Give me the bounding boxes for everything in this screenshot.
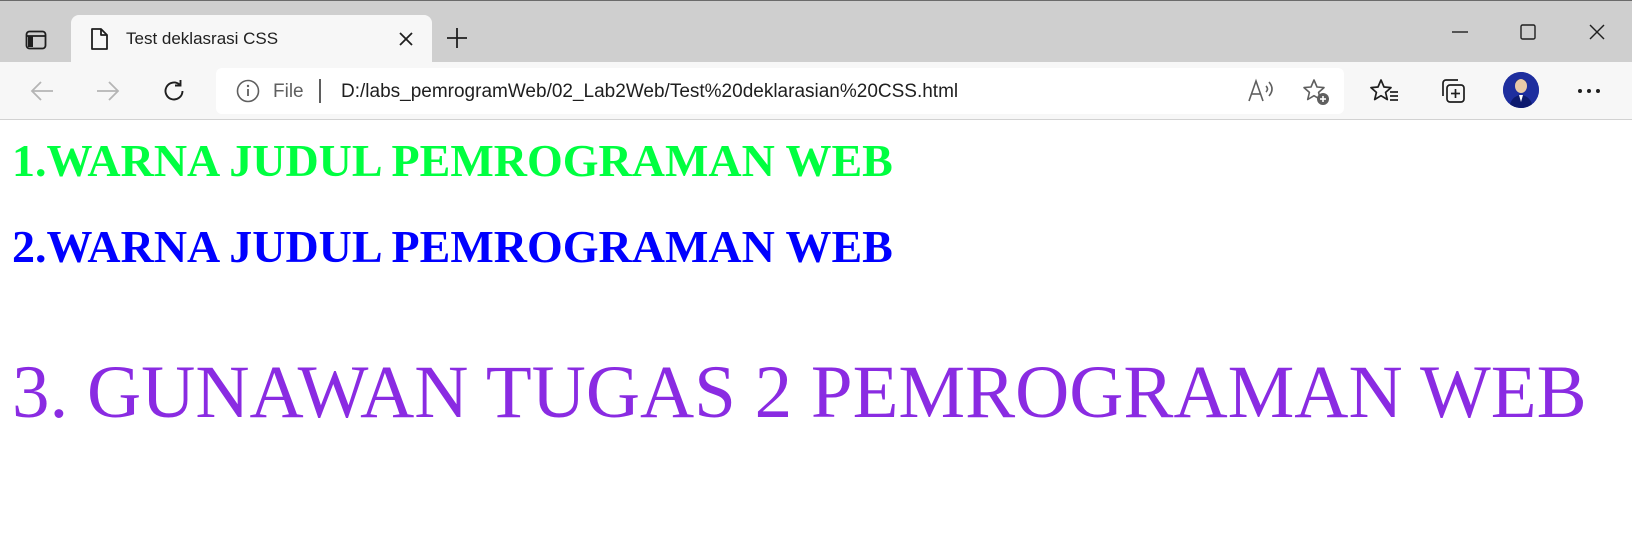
close-window-icon[interactable]	[1577, 15, 1617, 49]
collections-icon[interactable]	[1436, 74, 1470, 108]
scheme-label: File	[273, 81, 304, 102]
more-icon[interactable]	[1572, 74, 1606, 108]
add-favorite-icon[interactable]	[1301, 77, 1331, 107]
read-aloud-icon[interactable]	[1246, 77, 1276, 105]
tab-strip: Test deklasrasi CSS	[0, 0, 1632, 63]
maximize-icon[interactable]	[1508, 15, 1548, 49]
toolbar: File D:/labs_pemrogramWeb/02_Lab2Web/Tes…	[0, 62, 1632, 120]
forward-arrow-icon[interactable]	[91, 74, 125, 108]
info-icon[interactable]	[236, 79, 260, 103]
browser-window: Test deklasrasi CSS File D:/labs_pemrogr…	[0, 0, 1632, 556]
tab-actions-icon[interactable]	[20, 25, 52, 55]
heading-2: 2.WARNA JUDUL PEMROGRAMAN WEB	[12, 221, 893, 272]
divider	[319, 79, 321, 103]
favorites-icon[interactable]	[1368, 74, 1402, 108]
close-icon[interactable]	[394, 27, 418, 51]
tab-active[interactable]: Test deklasrasi CSS	[71, 15, 432, 63]
back-arrow-icon[interactable]	[25, 74, 59, 108]
address-bar[interactable]: File D:/labs_pemrogramWeb/02_Lab2Web/Tes…	[216, 68, 1344, 114]
heading-3: 3. GUNAWAN TUGAS 2 PEMROGRAMAN WEB	[12, 351, 1587, 434]
tab-title: Test deklasrasi CSS	[126, 29, 279, 48]
heading-1: 1.WARNA JUDUL PEMROGRAMAN WEB	[12, 135, 893, 186]
page-content: 1.WARNA JUDUL PEMROGRAMAN WEB 2.WARNA JU…	[0, 121, 1632, 556]
plus-icon[interactable]	[442, 23, 472, 53]
profile-avatar[interactable]	[1503, 72, 1539, 108]
minimize-icon[interactable]	[1440, 15, 1480, 49]
page-icon	[88, 27, 110, 51]
url-text[interactable]: D:/labs_pemrogramWeb/02_Lab2Web/Test%20d…	[341, 81, 958, 103]
refresh-icon[interactable]	[157, 74, 191, 108]
